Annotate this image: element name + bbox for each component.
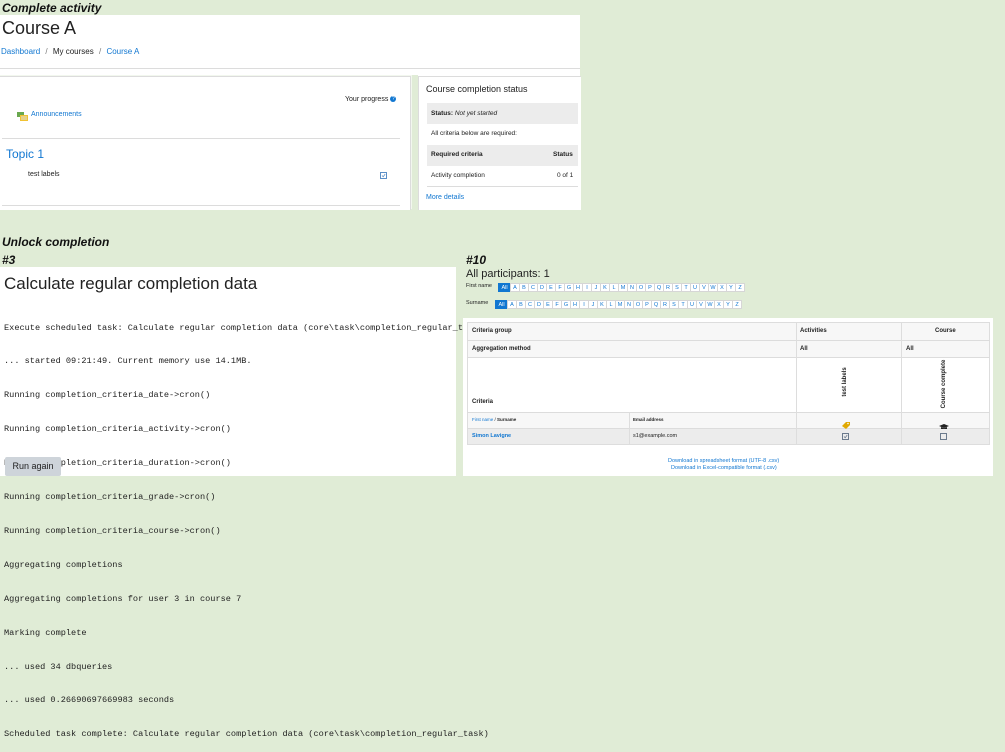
name-sort-header: First name / Surname [472, 417, 516, 422]
email-header: Email address [633, 417, 664, 422]
step-label-3: #3 [2, 253, 16, 267]
output-line: Execute scheduled task: Calculate regula… [4, 322, 484, 333]
status-divider [427, 186, 578, 187]
criteria-value: 0 of 1 [557, 172, 574, 179]
activity-column-title: test labels [842, 367, 848, 397]
section-heading-complete-activity: Complete activity [2, 1, 102, 15]
download-excel-link[interactable]: Download in Excel-compatible format (.cs… [671, 465, 777, 471]
table-line [467, 357, 990, 358]
table-line [467, 428, 990, 429]
step-label-10: #10 [466, 253, 487, 267]
output-line: Scheduled task complete: Calculate regul… [4, 729, 489, 740]
announcements-link[interactable]: Announcements [31, 111, 82, 118]
user-name[interactable]: Simon Lavigne [472, 433, 511, 439]
output-line: Aggregating completions for user 3 in co… [4, 593, 242, 604]
table-row [468, 429, 989, 444]
status-value: Not yet started [454, 110, 498, 117]
output-line: Aggregating completions [4, 559, 123, 570]
aggregation-method-label: Aggregation method [472, 346, 531, 352]
block-title: Course completion status [426, 84, 528, 94]
breadcrumb-course[interactable]: Course A [106, 47, 139, 56]
aggregation-activities: All [800, 346, 808, 352]
col-required-criteria: Required criteria [431, 151, 483, 158]
breadcrumb: Dashboard / My courses / Course A [1, 47, 140, 56]
topic-title[interactable]: Topic 1 [6, 147, 44, 161]
status-text: Status: Not yet started [431, 110, 497, 117]
table-vline [629, 413, 630, 444]
completion-checkbox-icon[interactable] [380, 172, 387, 179]
output-line: Running completion_criteria_course->cron… [4, 525, 221, 536]
section-divider-bottom [2, 205, 400, 206]
task-title: Calculate regular completion data [4, 274, 258, 293]
activities-header: Activities [800, 328, 827, 334]
user-name-link[interactable]: Simon Lavigne [472, 433, 511, 439]
activity-complete-icon [842, 433, 849, 440]
output-line: ... used 34 dbqueries [4, 661, 113, 672]
course-complete-column-title: Course complete [941, 359, 947, 409]
header-row [468, 413, 989, 428]
status-label: Status: [431, 110, 454, 117]
output-line: Running completion_criteria_grade->cron(… [4, 492, 216, 503]
user-email: s1@example.com [633, 433, 678, 439]
surname-filter-label: Surname [466, 300, 489, 306]
help-icon[interactable]: ? [390, 96, 397, 103]
sort-surname[interactable]: Surname [497, 417, 516, 422]
output-line: Running completion_criteria_date->cron() [4, 390, 211, 401]
your-progress: Your progress ? [345, 96, 397, 103]
section-heading-unlock-completion: Unlock completion [2, 235, 110, 249]
header-divider [0, 68, 580, 69]
aggregation-course: All [906, 346, 914, 352]
course-incomplete-icon [940, 433, 947, 440]
more-details-link[interactable]: More details [426, 194, 464, 201]
firstname-filter-label: First name [466, 283, 492, 289]
criteria-group-label: Criteria group [472, 328, 512, 334]
table-line [467, 412, 990, 413]
criteria-group-row [468, 323, 989, 340]
block-region [418, 76, 581, 210]
your-progress-label: Your progress [345, 96, 389, 103]
activity-label: test labels [28, 171, 60, 178]
breadcrumb-my-courses[interactable]: My courses [53, 47, 94, 56]
output-line: Running completion_criteria_duration->cr… [4, 458, 231, 469]
course-header: Course [935, 328, 956, 334]
download-csv-link[interactable]: Download in spreadsheet format (UTF-8 .c… [668, 458, 779, 464]
table-line [467, 340, 990, 341]
output-line: Running completion_criteria_activity->cr… [4, 424, 231, 435]
participants-title: All participants: 1 [466, 268, 550, 280]
letter-button[interactable]: Z [732, 300, 742, 309]
breadcrumb-dashboard[interactable]: Dashboard [1, 47, 40, 56]
criteria-label: Criteria [472, 399, 494, 405]
run-again-button[interactable]: Run again [5, 457, 61, 476]
criteria-name: Activity completion [431, 172, 485, 179]
surname-filter: All A B C D E F G H I J K L M N O P Q R … [495, 300, 742, 309]
forum-icon [17, 109, 28, 127]
page-title: Course A [2, 18, 77, 38]
letter-button[interactable]: Z [735, 283, 745, 292]
section-divider [2, 138, 400, 139]
all-required-text: All criteria below are required: [431, 130, 517, 137]
label-activity-icon [842, 416, 850, 434]
table-vline [901, 323, 902, 444]
task-output: Execute scheduled task: Calculate regula… [4, 300, 489, 752]
col-status: Status [553, 151, 573, 158]
table-vline [796, 323, 797, 444]
output-line: Marking complete [4, 627, 87, 638]
output-line: ... used 0.26690697669983 seconds [4, 695, 175, 706]
firstname-filter: All A B C D E F G H I J K L M N O P Q R … [498, 283, 745, 292]
sort-first-name[interactable]: First name [472, 417, 493, 422]
output-line: ... started 09:21:49. Current memory use… [4, 356, 252, 367]
